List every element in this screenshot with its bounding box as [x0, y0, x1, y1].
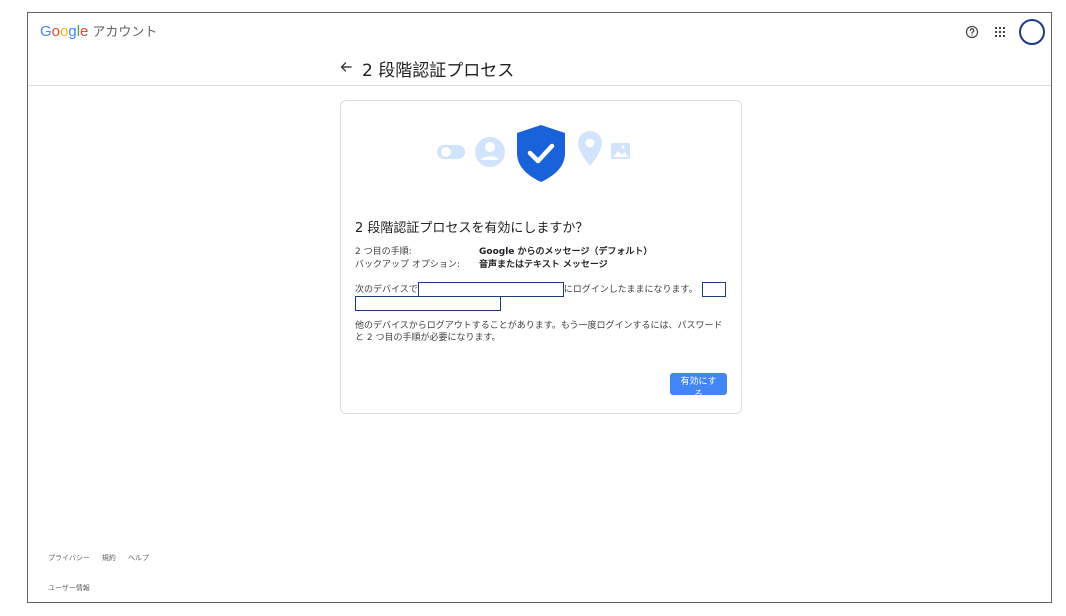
back-arrow-icon[interactable] [338, 59, 354, 75]
help-circle-icon [965, 25, 979, 39]
footer-link-help[interactable]: ヘルプ [128, 554, 149, 562]
apps-grid-icon [995, 27, 1005, 37]
product-name: アカウント [92, 25, 158, 40]
image-icon [611, 143, 630, 159]
apps-button[interactable] [987, 19, 1013, 45]
redacted-device-name-2 [355, 296, 501, 311]
top-icons [957, 19, 1045, 45]
account-avatar[interactable] [1019, 19, 1045, 45]
toggle-icon [437, 145, 465, 159]
page-title: 2 段階認証プロセス [362, 61, 515, 81]
top-bar: Google アカウント [28, 13, 1051, 51]
redacted-field [701, 282, 726, 297]
card-title: 2 段階認証プロセスを有効にしますか？ [355, 221, 589, 236]
backup-option-row: バックアップ オプション: 音声またはテキスト メッセージ [355, 257, 608, 270]
browser-frame: Google アカウント 2 段階認証プロセス 2 段階認証プロセスを有効にしま… [27, 12, 1052, 603]
location-pin-icon [578, 131, 602, 166]
backup-option-value: 音声またはテキスト メッセージ [479, 260, 608, 270]
footer-links: プライバシー 規約 ヘルプ [48, 553, 161, 563]
second-step-label: 2 つ目の手順: [355, 247, 412, 257]
google-account-logo[interactable]: Google アカウント [40, 23, 157, 42]
security-illustration [437, 125, 630, 182]
enable-button[interactable]: 有効にする [670, 373, 727, 400]
second-step-row: 2 つ目の手順: Google からのメッセージ（デフォルト） [355, 244, 652, 257]
enable-2sv-card: 2 段階認証プロセスを有効にしますか？ 2 つ目の手順: Google からのメッ… [340, 100, 742, 414]
person-icon [475, 137, 505, 167]
footer-link-privacy[interactable]: プライバシー [48, 554, 90, 562]
backup-option-label: バックアップ オプション: [355, 260, 460, 270]
device-suffix: にログインしたままになります。 [563, 285, 698, 295]
redacted-device-name [417, 282, 564, 297]
page-header: 2 段階認証プロセス [28, 51, 1051, 86]
second-step-value: Google からのメッセージ（デフォルト） [479, 247, 653, 257]
device-prefix: 次のデバイスで [355, 285, 418, 295]
help-button[interactable] [959, 19, 985, 45]
device-statement: 次のデバイスで にログインしたままになります。 [355, 282, 726, 297]
footer-link-terms[interactable]: 規約 [102, 554, 116, 562]
shield-check-icon [517, 125, 565, 182]
footer-user-info[interactable]: ユーザー情報 [48, 583, 90, 593]
logout-note: 他のデバイスからログアウトすることがあります。もう一度ログインするには、パスワー… [355, 321, 723, 343]
